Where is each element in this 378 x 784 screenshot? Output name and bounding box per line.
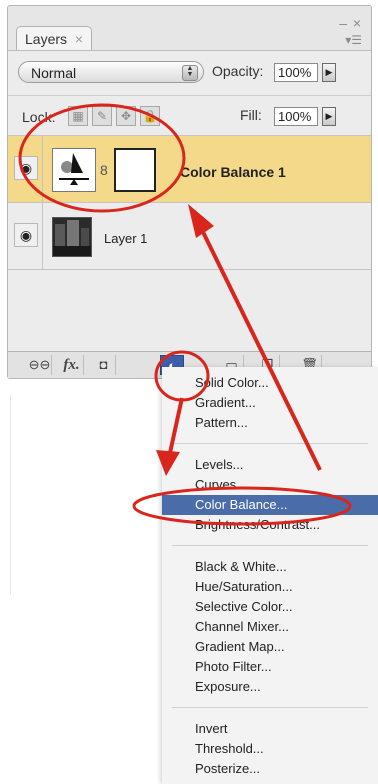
- layer-name[interactable]: Color Balance 1: [180, 164, 286, 180]
- background-edge: [0, 395, 11, 595]
- lock-pixels-icon[interactable]: ✎: [92, 106, 112, 126]
- menu-separator: [172, 707, 368, 708]
- lock-position-icon[interactable]: ✥: [116, 106, 136, 126]
- lock-transparency-icon[interactable]: ▦: [68, 106, 88, 126]
- layer-thumbnail[interactable]: [52, 217, 92, 257]
- eye-icon[interactable]: ◉: [14, 223, 38, 247]
- photo-icon: [53, 218, 91, 256]
- minimize-icon[interactable]: –: [339, 16, 347, 30]
- menu-item-exposure[interactable]: Exposure...: [162, 677, 378, 697]
- tab-label: Layers: [25, 31, 68, 47]
- menu-separator: [172, 443, 368, 444]
- menu-item-photo-filter[interactable]: Photo Filter...: [162, 657, 378, 677]
- menu-item-gradient[interactable]: Gradient...: [162, 393, 378, 413]
- opacity-input[interactable]: 100%: [274, 63, 318, 82]
- scales-icon: [59, 153, 89, 185]
- menu-item-black-white[interactable]: Black & White...: [162, 557, 378, 577]
- menu-item-channel-mixer[interactable]: Channel Mixer...: [162, 617, 378, 637]
- menu-item-posterize[interactable]: Posterize...: [162, 759, 378, 779]
- panel-body: Normal ▲ ▼ Opacity: 100% ▶ Lock: ▦ ✎ ✥ 🔒 …: [8, 50, 371, 378]
- menu-separator: [172, 545, 368, 546]
- close-icon[interactable]: ×: [353, 16, 361, 30]
- panel-menu-icon[interactable]: ▾☰: [345, 34, 362, 46]
- layers-panel: – × ▾☰ Layers × Normal ▲ ▼ Opacity: 100% …: [7, 5, 372, 379]
- blend-mode-select[interactable]: Normal ▲ ▼: [18, 61, 204, 83]
- fill-input[interactable]: 100%: [274, 107, 318, 126]
- menu-item-invert[interactable]: Invert: [162, 719, 378, 739]
- menu-item-pattern[interactable]: Pattern...: [162, 413, 378, 433]
- layer-name[interactable]: Layer 1: [104, 231, 147, 246]
- fill-label: Fill:: [240, 107, 262, 123]
- tab-layers[interactable]: Layers ×: [16, 26, 93, 51]
- layer-row-color-balance[interactable]: ◉ 8 Color Balance 1: [8, 135, 371, 202]
- divider: [42, 203, 43, 269]
- fx-button[interactable]: fx.: [60, 355, 84, 375]
- divider: [8, 95, 371, 96]
- menu-item-color-balance[interactable]: Color Balance...: [162, 495, 378, 515]
- opacity-label: Opacity:: [212, 63, 264, 79]
- lock-all-icon[interactable]: 🔒: [140, 106, 160, 126]
- menu-item-solid-color[interactable]: Solid Color...: [162, 373, 378, 393]
- menu-item-levels[interactable]: Levels...: [162, 455, 378, 475]
- fill-slider-button[interactable]: ▶: [322, 107, 336, 126]
- menu-item-gradient-map[interactable]: Gradient Map...: [162, 637, 378, 657]
- menu-item-selective-color[interactable]: Selective Color...: [162, 597, 378, 617]
- menu-item-threshold[interactable]: Threshold...: [162, 739, 378, 759]
- layer-mask-thumbnail[interactable]: [114, 148, 156, 192]
- link-layers-icon[interactable]: ⊖⊖: [28, 355, 52, 375]
- divider: [42, 136, 43, 202]
- link-icon[interactable]: 8: [100, 162, 110, 178]
- layer-row-layer-1[interactable]: ◉ Layer 1: [8, 202, 371, 270]
- eye-icon[interactable]: ◉: [14, 156, 38, 180]
- tab-close-icon[interactable]: ×: [75, 31, 83, 47]
- menu-item-brightness-contrast[interactable]: Brightness/Contrast...: [162, 515, 378, 535]
- lock-label: Lock:: [22, 109, 56, 125]
- adjustment-layer-icon[interactable]: [52, 148, 96, 192]
- menu-item-curves[interactable]: Curves...: [162, 475, 378, 495]
- adjustment-menu: Solid Color... Gradient... Pattern... Le…: [162, 367, 378, 784]
- menu-item-hue-saturation[interactable]: Hue/Saturation...: [162, 577, 378, 597]
- select-arrows-icon: ▲ ▼: [182, 65, 198, 81]
- opacity-slider-button[interactable]: ▶: [322, 63, 336, 82]
- add-mask-icon[interactable]: ◘: [92, 355, 116, 375]
- blend-mode-value: Normal: [31, 65, 77, 81]
